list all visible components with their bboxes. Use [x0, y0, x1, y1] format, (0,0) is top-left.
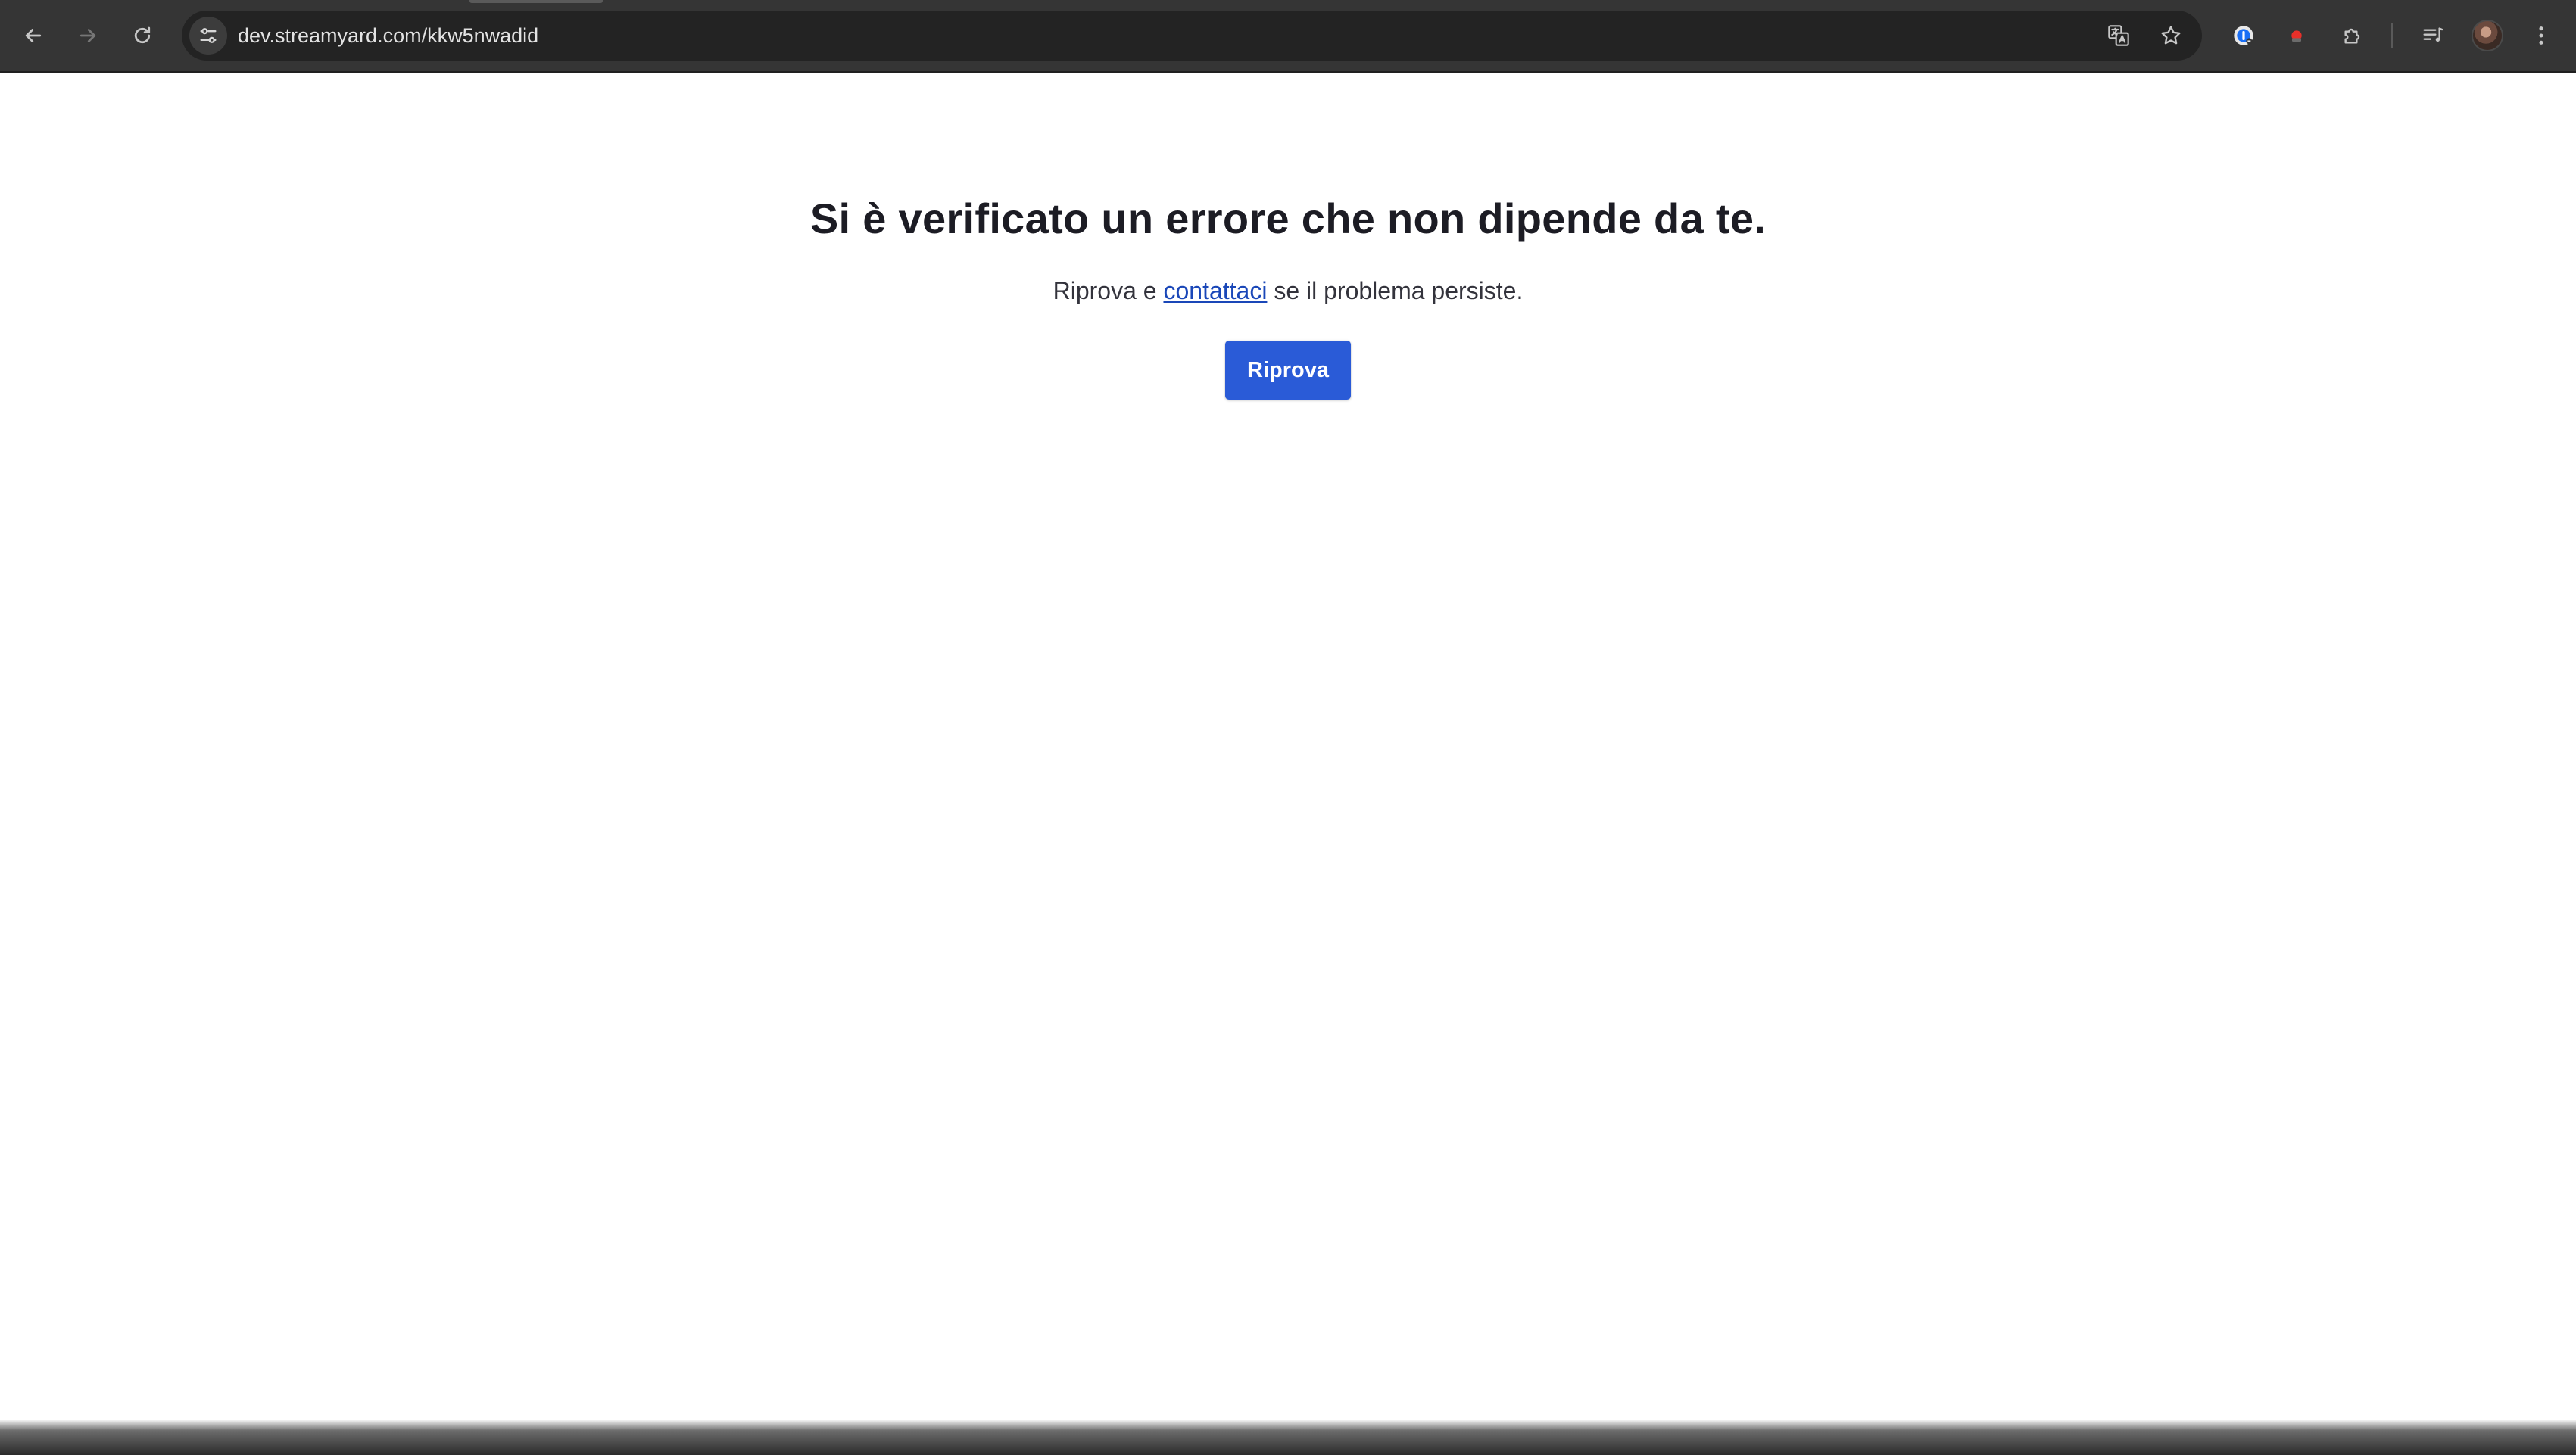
puzzle-icon [2344, 28, 2360, 44]
reload-icon [134, 26, 151, 44]
active-tab-indicator [469, 0, 603, 3]
bookmark-button[interactable] [2152, 17, 2190, 55]
star-icon [2161, 26, 2181, 45]
retry-button[interactable]: Riprova [1225, 341, 1351, 400]
error-message: Riprova e contattaci se il problema pers… [0, 277, 2576, 305]
profile-avatar[interactable] [2472, 20, 2503, 51]
translate-button[interactable] [2100, 17, 2138, 55]
forward-button[interactable] [69, 17, 107, 55]
address-bar[interactable]: dev.streamyard.com/kkw5nwadid [182, 11, 2202, 61]
window-bottom-edge [0, 1420, 2576, 1455]
toolbar-divider [2391, 23, 2393, 48]
password-manager-extension[interactable] [2225, 17, 2263, 55]
kebab-menu-icon [2539, 26, 2543, 45]
tune-icon [200, 28, 217, 43]
record-extension[interactable] [2278, 17, 2316, 55]
error-title: Si è verificato un errore che non dipend… [809, 195, 1767, 242]
page-content: Si è verificato un errore che non dipend… [0, 73, 2576, 1420]
browser-toolbar: dev.streamyard.com/kkw5nwadid [0, 0, 2576, 73]
url-text[interactable]: dev.streamyard.com/kkw5nwadid [238, 11, 538, 61]
site-info-button[interactable] [189, 17, 227, 55]
back-button[interactable] [14, 17, 52, 55]
arrow-right-icon [80, 29, 96, 42]
record-icon [2291, 30, 2302, 42]
password-manager-icon [2234, 26, 2253, 45]
extensions-button[interactable] [2334, 17, 2372, 55]
message-text-after: se il problema persiste. [1267, 277, 1523, 304]
message-text-before: Riprova e [1053, 277, 1164, 304]
reload-button[interactable] [123, 17, 161, 55]
media-controls-button[interactable] [2414, 17, 2452, 55]
browser-menu-button[interactable] [2522, 17, 2560, 55]
translate-icon [2108, 25, 2129, 46]
contact-link[interactable]: contattaci [1163, 277, 1267, 304]
arrow-left-icon [25, 29, 42, 42]
media-controls-icon [2423, 27, 2443, 42]
